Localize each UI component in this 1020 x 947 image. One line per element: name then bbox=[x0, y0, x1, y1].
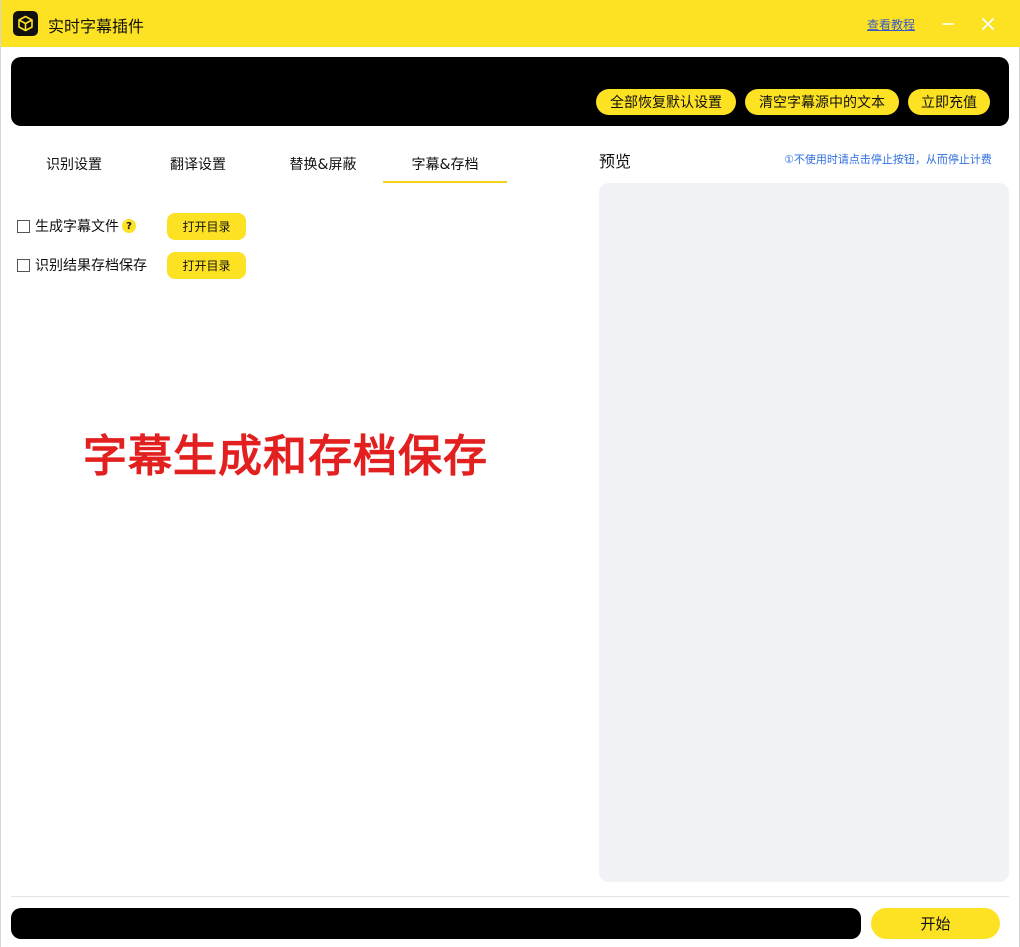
open-archive-directory-button[interactable]: 打开目录 bbox=[167, 252, 246, 279]
generate-subtitle-checkbox[interactable] bbox=[17, 219, 30, 233]
tab-recognition-settings[interactable]: 识别设置 bbox=[21, 154, 127, 184]
tab-subtitle-archive[interactable]: 字幕&存档 bbox=[383, 154, 507, 184]
open-subtitle-directory-button[interactable]: 打开目录 bbox=[167, 213, 246, 240]
app-title: 实时字幕插件 bbox=[48, 17, 145, 36]
divider bbox=[11, 896, 1009, 897]
reset-defaults-button[interactable]: 全部恢复默认设置 bbox=[596, 89, 736, 115]
archive-results-option: 识别结果存档保存 bbox=[17, 252, 147, 278]
cube-icon bbox=[13, 11, 38, 36]
help-icon[interactable]: ? bbox=[122, 219, 136, 233]
close-icon bbox=[981, 17, 995, 31]
view-tutorial-link[interactable]: 查看教程 bbox=[867, 16, 915, 33]
app-window: 实时字幕插件 查看教程 全部恢复默认设置 清空字幕源中的文本 立即充值 识别设置… bbox=[0, 0, 1020, 947]
preview-title: 预览 bbox=[599, 152, 632, 171]
active-tab-indicator bbox=[383, 181, 507, 183]
archive-results-label: 识别结果存档保存 bbox=[35, 258, 147, 274]
start-button[interactable]: 开始 bbox=[871, 908, 1000, 939]
overlay-caption: 字幕生成和存档保存 bbox=[83, 431, 488, 482]
title-bar[interactable]: 实时字幕插件 查看教程 bbox=[1, 0, 1020, 47]
tab-replace-block[interactable]: 替换&屏蔽 bbox=[269, 154, 377, 184]
clear-subtitle-text-button[interactable]: 清空字幕源中的文本 bbox=[745, 89, 899, 115]
close-button[interactable] bbox=[974, 10, 1002, 38]
minimize-icon bbox=[942, 23, 954, 25]
bottom-status-bar bbox=[11, 908, 861, 939]
recharge-button[interactable]: 立即充值 bbox=[908, 89, 990, 115]
generate-subtitle-label: 生成字幕文件 bbox=[35, 219, 119, 235]
archive-results-checkbox[interactable] bbox=[17, 258, 30, 272]
preview-panel bbox=[599, 183, 1009, 882]
tab-translation-settings[interactable]: 翻译设置 bbox=[143, 154, 253, 184]
generate-subtitle-option: 生成字幕文件 ? bbox=[17, 213, 136, 239]
minimize-button[interactable] bbox=[934, 10, 962, 38]
billing-hint: ①不使用时请点击停止按钮，从而停止计费 bbox=[784, 153, 992, 166]
